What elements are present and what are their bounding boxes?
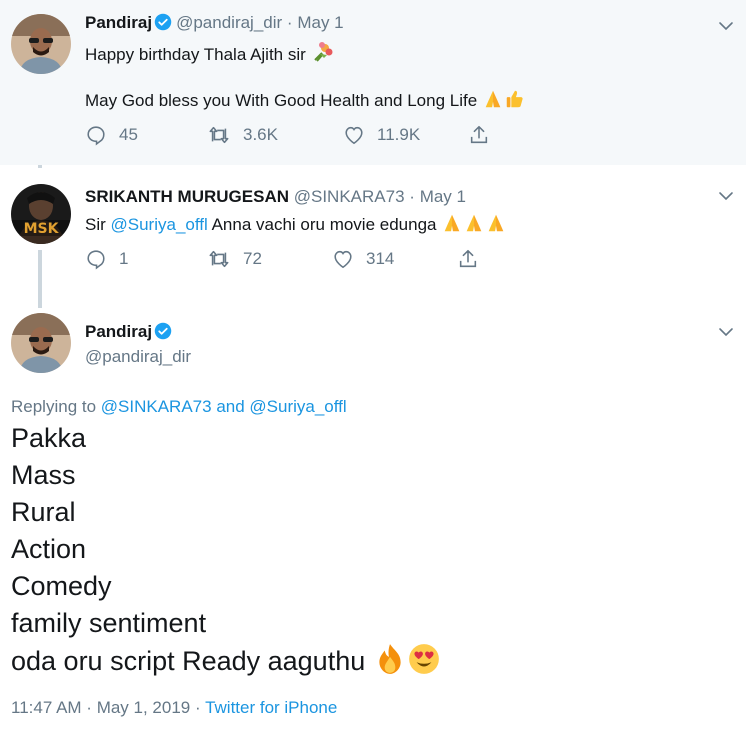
separator: ·: [409, 187, 415, 206]
avatar-text: MSK: [24, 221, 60, 237]
retweet-icon: [209, 250, 229, 268]
tweet-actions: 1 72 314: [85, 248, 491, 270]
tweet-body-line: Rural: [11, 497, 76, 527]
like-icon: [334, 250, 352, 269]
reply-mention-2[interactable]: @Suriya_offl: [249, 397, 346, 416]
retweet-button[interactable]: 3.6K: [207, 124, 343, 146]
tweet-body-line: Comedy: [11, 571, 112, 601]
tweet-date[interactable]: May 1: [420, 187, 466, 206]
like-count: 11.9K: [377, 125, 421, 144]
tweet-body-line: Pakka: [11, 423, 87, 453]
tweet-time[interactable]: 11:47 AM: [11, 698, 82, 717]
folded-hands-emoji: [485, 212, 507, 239]
avatar[interactable]: MSK: [11, 184, 71, 244]
folded-hands-emoji: [482, 88, 504, 115]
like-count: 314: [366, 249, 395, 268]
tweet-body-line: Mass: [11, 460, 76, 490]
avatar[interactable]: [11, 313, 71, 373]
tweet-text: Sir @Suriya_offl Anna vachi oru movie ed…: [85, 212, 507, 239]
handle[interactable]: @SINKARA73: [294, 187, 405, 206]
folded-hands-emoji: [463, 212, 485, 239]
verified-badge-icon: [154, 322, 172, 345]
tweet-header: Pandiraj @pandiraj_dir · May 1: [85, 13, 344, 36]
retweet-icon: [209, 126, 229, 144]
like-button[interactable]: 11.9K: [343, 124, 468, 146]
reply-button[interactable]: 1: [85, 248, 207, 270]
handle[interactable]: @pandiraj_dir: [85, 347, 191, 366]
share-icon: [470, 125, 488, 144]
retweet-count: 72: [243, 249, 262, 268]
tweet-body-line: family sentiment: [11, 608, 207, 638]
reply-count: 45: [119, 125, 138, 144]
display-name[interactable]: Pandiraj: [85, 322, 152, 341]
tweet-actions: 45 3.6K 11.9K: [85, 124, 502, 146]
fire-emoji: [373, 642, 407, 686]
handle-row: @pandiraj_dir: [85, 347, 191, 367]
tweet-text-line-2: May God bless you With Good Health and L…: [85, 88, 526, 115]
like-button[interactable]: 314: [332, 248, 457, 270]
tweet-source-link[interactable]: Twitter for iPhone: [205, 698, 337, 717]
reply-button[interactable]: 45: [85, 124, 207, 146]
chevron-down-icon[interactable]: [718, 188, 734, 204]
thumbs-up-emoji: [504, 88, 526, 115]
retweet-count: 3.6K: [243, 125, 278, 144]
display-name[interactable]: Pandiraj: [85, 13, 152, 32]
separator: ·: [286, 13, 293, 32]
thread-line-2: [38, 250, 42, 308]
display-name[interactable]: SRIKANTH MURUGESAN: [85, 187, 289, 206]
heart-eyes-emoji: [407, 642, 441, 686]
share-button[interactable]: [468, 124, 502, 146]
chevron-down-icon[interactable]: [718, 18, 734, 34]
reply-icon: [87, 126, 105, 146]
tweet-pandiraj-birthday[interactable]: Pandiraj @pandiraj_dir · May 1 Happy birt…: [0, 0, 746, 165]
display-name-row: Pandiraj: [85, 322, 176, 345]
retweet-button[interactable]: 72: [207, 248, 332, 270]
tweet-footer: 11:47 AM · May 1, 2019 · Twitter for iPh…: [11, 698, 338, 717]
share-button[interactable]: [457, 248, 491, 270]
folded-hands-emoji: [441, 212, 463, 239]
bouquet-emoji: [311, 40, 335, 69]
mention-link[interactable]: @Suriya_offl: [111, 215, 208, 234]
avatar[interactable]: [11, 14, 71, 74]
tweet-body-last-line: oda oru script Ready aaguthu: [11, 642, 441, 686]
chevron-down-icon[interactable]: [718, 324, 734, 340]
share-icon: [459, 249, 477, 268]
tweet-body: Pakka Mass Rural Action Comedy family se…: [11, 420, 441, 686]
reply-icon: [87, 250, 105, 270]
tweet-full-date[interactable]: May 1, 2019: [97, 698, 191, 717]
verified-badge-icon: [154, 13, 172, 36]
replying-to: Replying to @SINKARA73 and @Suriya_offl: [11, 397, 347, 416]
tweet-body-line: Action: [11, 534, 87, 564]
tweet-date[interactable]: May 1: [297, 13, 343, 32]
reply-count: 1: [119, 249, 129, 268]
tweet-text-line-1: Happy birthday Thala Ajith sir: [85, 40, 335, 69]
reply-mention-1[interactable]: @SINKARA73: [101, 397, 212, 416]
tweet-header: SRIKANTH MURUGESAN @SINKARA73 · May 1: [85, 187, 466, 207]
handle[interactable]: @pandiraj_dir: [176, 13, 282, 32]
like-icon: [345, 126, 363, 145]
